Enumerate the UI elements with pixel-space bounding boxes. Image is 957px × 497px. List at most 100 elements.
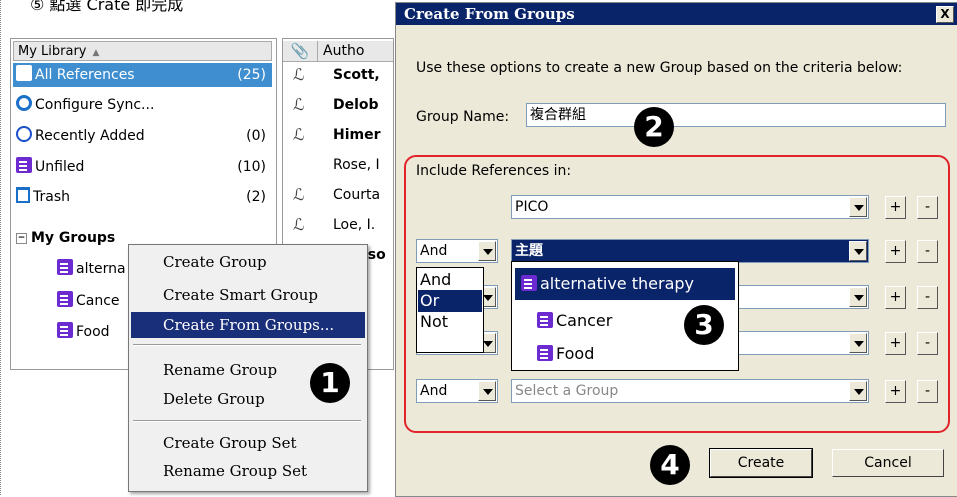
group-icon bbox=[57, 259, 73, 275]
create-button[interactable]: Create bbox=[709, 448, 813, 478]
library-item-label: Trash bbox=[33, 189, 70, 205]
library-item-trash[interactable]: Trash (2) bbox=[13, 185, 272, 209]
instructions-text: Use these options to create a new Group … bbox=[416, 60, 903, 76]
library-item-label: Recently Added bbox=[35, 128, 145, 144]
reference-author: Delob bbox=[333, 97, 379, 113]
add-row-button[interactable]: + bbox=[885, 240, 906, 263]
operator-option-or[interactable]: Or bbox=[418, 290, 482, 312]
include-references-label: Include References in: bbox=[416, 163, 572, 179]
library-item-label: All References bbox=[35, 67, 135, 83]
chevron-down-icon[interactable] bbox=[849, 197, 867, 217]
library-item-unfiled[interactable]: Unfiled (10) bbox=[13, 155, 272, 179]
collapse-toggle-icon[interactable]: − bbox=[16, 232, 27, 244]
attachment-column-icon[interactable]: 📎 bbox=[283, 41, 318, 61]
page-border bbox=[0, 0, 4, 495]
all-references-icon bbox=[16, 65, 32, 81]
reference-row[interactable]: Rose, I bbox=[283, 153, 393, 177]
reference-row[interactable]: ℒ Himer bbox=[283, 123, 393, 147]
operator-option-not[interactable]: Not bbox=[418, 311, 482, 333]
operator-select-5[interactable]: And bbox=[416, 379, 498, 403]
operator-option-and[interactable]: And bbox=[418, 269, 482, 291]
reference-author: Loe, I. bbox=[333, 217, 376, 233]
library-header-label: My Library bbox=[18, 44, 87, 59]
operator-select-value: And bbox=[420, 243, 448, 259]
step-badge-2: 2 bbox=[634, 107, 674, 147]
attachment-icon: ℒ bbox=[293, 95, 305, 114]
cancel-button[interactable]: Cancel bbox=[832, 449, 944, 477]
group-name-label: Group Name: bbox=[416, 109, 510, 125]
operator-select-value: And bbox=[420, 383, 448, 399]
reference-author: Scott, bbox=[333, 67, 380, 83]
operator-select-2[interactable]: And bbox=[416, 239, 498, 263]
group-option-label: Food bbox=[556, 344, 595, 363]
menu-item-create-smart-group[interactable]: Create Smart Group bbox=[131, 282, 365, 308]
group-option-label: alternative therapy bbox=[540, 274, 694, 293]
chevron-down-icon[interactable] bbox=[478, 241, 496, 261]
chevron-down-icon[interactable] bbox=[849, 333, 867, 353]
step-badge-1: 1 bbox=[310, 363, 350, 403]
author-column-header[interactable]: Autho bbox=[323, 41, 364, 61]
group-select-1[interactable]: PICO bbox=[511, 195, 869, 219]
group-icon bbox=[57, 322, 73, 338]
library-item-recently-added[interactable]: Recently Added (0) bbox=[13, 124, 272, 148]
group-option-alternative-therapy[interactable]: alternative therapy bbox=[515, 268, 735, 300]
attachment-icon: ℒ bbox=[293, 65, 305, 84]
library-header[interactable]: My Library ▲ bbox=[13, 41, 272, 61]
reference-row[interactable]: ℒ Scott, bbox=[283, 63, 393, 87]
group-icon bbox=[537, 344, 553, 361]
attachment-icon: ℒ bbox=[293, 125, 305, 144]
remove-row-button[interactable]: - bbox=[917, 380, 938, 403]
group-name-input[interactable]: 複合群組 bbox=[526, 103, 946, 127]
group-icon bbox=[57, 291, 73, 307]
group-item-label: Cance bbox=[76, 293, 120, 309]
reference-list-header[interactable]: 📎 Autho bbox=[283, 41, 393, 62]
add-row-button[interactable]: + bbox=[885, 380, 906, 403]
library-item-configure-sync[interactable]: Configure Sync... bbox=[13, 93, 272, 117]
menu-item-create-group-set[interactable]: Create Group Set bbox=[131, 430, 365, 456]
remove-row-button[interactable]: - bbox=[917, 286, 938, 309]
reference-author: Courta bbox=[333, 187, 381, 203]
chevron-down-icon[interactable] bbox=[478, 381, 496, 401]
sync-icon bbox=[16, 95, 32, 111]
add-row-button[interactable]: + bbox=[885, 332, 906, 355]
library-item-count: (0) bbox=[246, 128, 266, 144]
add-row-button[interactable]: + bbox=[885, 196, 906, 219]
close-icon[interactable]: X bbox=[936, 6, 954, 23]
reference-author: Rose, I bbox=[333, 157, 380, 173]
library-item-all-references[interactable]: All References (25) bbox=[13, 63, 272, 87]
reference-row[interactable]: ℒ Courta bbox=[283, 183, 393, 207]
groups-header-label: My Groups bbox=[31, 230, 116, 246]
step-badge-4: 4 bbox=[650, 445, 690, 485]
reference-row[interactable]: ℒ Loe, I. bbox=[283, 213, 393, 237]
menu-item-create-group[interactable]: Create Group bbox=[131, 249, 365, 275]
add-row-button[interactable]: + bbox=[885, 286, 906, 309]
step-caption: ⑤ 點選 Crate 即完成 bbox=[30, 0, 184, 14]
group-icon bbox=[537, 311, 553, 328]
remove-row-button[interactable]: - bbox=[917, 332, 938, 355]
chevron-down-icon[interactable] bbox=[849, 241, 867, 261]
group-item-label: alterna bbox=[76, 261, 126, 277]
chevron-down-icon[interactable] bbox=[849, 381, 867, 401]
sort-up-icon: ▲ bbox=[92, 48, 100, 58]
chevron-down-icon[interactable] bbox=[849, 287, 867, 307]
library-item-count: (10) bbox=[237, 159, 266, 175]
group-item-label: Food bbox=[76, 324, 110, 340]
menu-item-rename-group-set[interactable]: Rename Group Set bbox=[131, 458, 365, 484]
group-select-2[interactable]: 主題 bbox=[511, 239, 869, 263]
group-select-placeholder: Select a Group bbox=[515, 383, 619, 399]
remove-row-button[interactable]: - bbox=[917, 196, 938, 219]
menu-separator bbox=[133, 344, 361, 346]
remove-row-button[interactable]: - bbox=[917, 240, 938, 263]
group-select-value: PICO bbox=[515, 199, 549, 215]
group-select-5[interactable]: Select a Group bbox=[511, 379, 869, 403]
menu-separator bbox=[133, 420, 361, 422]
group-icon bbox=[521, 274, 537, 291]
library-item-label: Unfiled bbox=[35, 159, 85, 175]
reference-row[interactable]: ℒ Delob bbox=[283, 93, 393, 117]
operator-dropdown-list: And Or Not bbox=[416, 267, 484, 353]
create-from-groups-dialog: Create From Groups X Use these options t… bbox=[395, 2, 957, 497]
library-item-count: (2) bbox=[246, 189, 266, 205]
menu-item-create-from-groups[interactable]: Create From Groups... bbox=[131, 312, 365, 338]
attachment-icon: ℒ bbox=[293, 185, 305, 204]
group-option-label: Cancer bbox=[556, 311, 613, 330]
